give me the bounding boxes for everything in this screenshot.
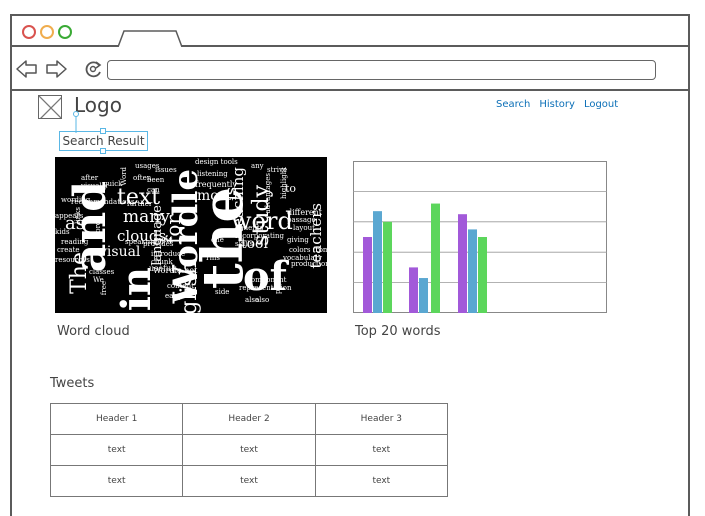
word-cloud-word: mind — [155, 236, 173, 244]
nav-link-logout[interactable]: Logout — [584, 99, 618, 110]
word-cloud-word: side — [215, 288, 230, 296]
chart-bar — [431, 203, 440, 313]
word-cloud-word: content — [167, 282, 194, 290]
browser-toolbar — [12, 47, 688, 91]
chart-bar — [383, 221, 392, 313]
word-cloud-word: representation — [239, 284, 292, 292]
table-header-cell[interactable]: Header 3 — [314, 403, 449, 435]
word-cloud-caption: Word cloud — [57, 324, 130, 339]
word-cloud-word: layout — [293, 224, 315, 232]
tweets-title: Tweets — [50, 376, 95, 391]
chart-caption: Top 20 words — [355, 324, 441, 339]
word-cloud-word: present — [274, 267, 282, 295]
chart-bar — [458, 214, 467, 313]
word-cloud-word: highlight — [280, 167, 288, 200]
word-cloud-word: free — [100, 281, 108, 296]
word-cloud-word: visual — [99, 244, 141, 260]
table-header-row: Header 1 Header 2 Header 3 — [49, 403, 449, 435]
word-cloud-word: any — [251, 162, 264, 170]
chart-bar — [478, 237, 487, 313]
nav-link-search[interactable]: Search — [496, 99, 530, 110]
word-cloud-word: production — [291, 260, 327, 268]
browser-window: Logo Search History Logout Search Result… — [10, 14, 690, 516]
page-content: Logo Search History Logout Search Result… — [12, 91, 688, 516]
word-cloud-word: further — [127, 200, 153, 208]
address-bar[interactable] — [107, 60, 656, 80]
nav-link-history[interactable]: History — [539, 99, 575, 110]
word-cloud-word: also — [255, 296, 270, 304]
forward-arrow-icon[interactable] — [45, 60, 67, 78]
search-result-label: Search Result — [62, 134, 145, 148]
table-header-cell[interactable]: Header 2 — [182, 403, 316, 435]
chart-bar — [409, 267, 418, 313]
word-cloud-word: advantages — [264, 173, 272, 214]
top-nav: Search History Logout — [496, 99, 618, 110]
table-cell: text — [182, 465, 316, 497]
table-cell: text — [182, 434, 316, 466]
word-cloud-word: This — [205, 254, 221, 262]
word-cloud-word: design tools — [195, 158, 238, 166]
word-cloud-word: resources — [55, 256, 90, 264]
word-cloud-word: skills — [235, 240, 254, 248]
minimize-window-dot[interactable] — [40, 25, 54, 39]
table-cell: text — [49, 465, 184, 497]
selection-handle[interactable] — [100, 128, 106, 134]
word-cloud-word: Word — [120, 167, 128, 186]
word-cloud-word: words — [94, 217, 102, 239]
word-cloud-word: classes — [89, 268, 115, 276]
browser-tab[interactable] — [117, 30, 183, 47]
table-header-cell[interactable]: Header 1 — [49, 403, 184, 435]
word-cloud-word: after — [81, 174, 99, 182]
selection-handle[interactable] — [100, 148, 106, 154]
word-cloud-word: create — [57, 246, 80, 254]
close-window-dot[interactable] — [22, 25, 36, 39]
word-cloud-word: wording — [61, 196, 91, 204]
bar-chart — [353, 161, 607, 313]
word-cloud-word: Incorporating — [235, 232, 285, 240]
table-row[interactable]: text text text — [49, 434, 449, 466]
title-bar — [12, 16, 688, 47]
word-cloud-word: passage — [287, 216, 316, 224]
word-cloud-word: reading — [61, 238, 89, 246]
word-cloud-word: benefits — [235, 224, 264, 232]
chart-bar — [363, 237, 372, 313]
image-placeholder-icon — [38, 95, 62, 119]
chart-bar — [373, 211, 382, 313]
back-arrow-icon[interactable] — [16, 60, 38, 78]
maximize-window-dot[interactable] — [58, 25, 72, 39]
word-cloud-word: been — [147, 176, 165, 184]
word-cloud-word: easy — [165, 292, 181, 300]
word-cloud-word: can — [147, 186, 160, 194]
chart-bar — [419, 278, 428, 313]
chart-bar — [468, 229, 477, 313]
word-cloud-word: Wordle.net — [153, 266, 198, 275]
word-cloud-word: introduce — [151, 250, 186, 258]
word-cloud-word: giving — [287, 236, 309, 244]
word-cloud-word: colors from — [289, 246, 327, 254]
word-cloud-word: in — [113, 267, 160, 312]
word-cloud-word: one — [211, 236, 224, 244]
tweets-table: Header 1 Header 2 Header 3 text text tex… — [49, 403, 449, 497]
word-cloud-image: the and of in Wordle word text as The study many la… — [55, 157, 327, 313]
word-cloud-word: kids — [55, 228, 70, 236]
table-cell: text — [314, 434, 449, 466]
word-cloud-word: frequently — [195, 180, 237, 189]
logo-text: Logo — [74, 93, 122, 117]
table-row[interactable]: text text text — [49, 465, 449, 497]
word-cloud-word: visually — [81, 182, 108, 190]
reload-icon[interactable] — [84, 60, 104, 78]
word-cloud-word: listening — [197, 170, 228, 178]
table-cell: text — [314, 465, 449, 497]
word-cloud-word: issues — [155, 166, 177, 174]
table-cell: text — [49, 434, 184, 466]
word-cloud-word: links — [74, 207, 82, 224]
